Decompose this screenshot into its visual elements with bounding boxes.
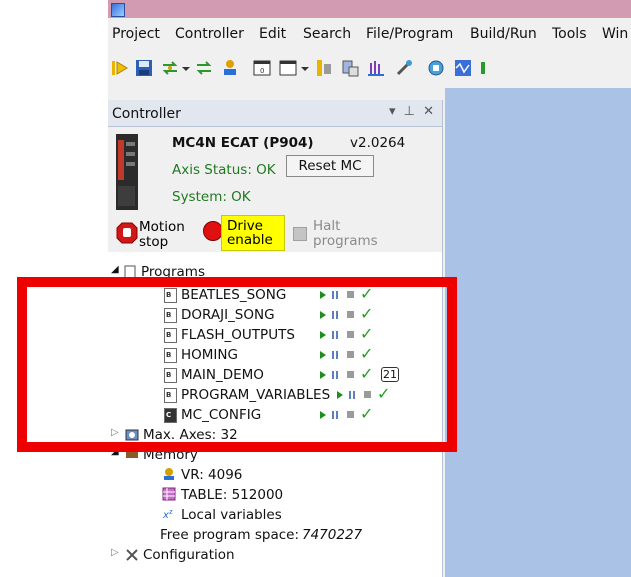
- controller-version: v2.0264: [350, 135, 406, 151]
- memory-table[interactable]: TABLE: 512000: [108, 485, 442, 505]
- local-variables-label: Local variables: [181, 507, 282, 523]
- halt-icon: [293, 227, 307, 241]
- halt-label-line1: Halt: [313, 218, 341, 234]
- drive-enable-button[interactable]: Drive enable: [203, 215, 285, 251]
- system-status: System: OK: [172, 189, 251, 205]
- collapse-arrow-icon[interactable]: ◢: [111, 264, 119, 275]
- menu-edit[interactable]: Edit: [259, 26, 286, 42]
- table-label: TABLE: 512000: [181, 487, 284, 503]
- halt-label-line2: programs: [313, 233, 378, 249]
- drive-enable-led-icon: [203, 221, 223, 241]
- toolbar-overflow-icon[interactable]: [480, 58, 486, 78]
- window-dropdown-icon[interactable]: [300, 58, 310, 78]
- stop-hand-icon: [116, 222, 138, 244]
- transfer-icon[interactable]: [160, 58, 180, 78]
- free-space-value: 7470227: [302, 527, 363, 543]
- svg-text:x: x: [162, 510, 169, 521]
- menu-search[interactable]: Search: [303, 26, 351, 42]
- menu-file-program[interactable]: File/Program: [366, 26, 453, 42]
- menu-window[interactable]: Win: [602, 26, 628, 42]
- memory-free-space: Free program space: 7470227: [108, 525, 442, 545]
- halt-programs-button[interactable]: Halt programs: [293, 217, 383, 253]
- controller-name: MC4N ECAT (P904): [172, 135, 314, 151]
- memory-local-variables[interactable]: x z Local variables: [108, 505, 442, 525]
- tools-icon[interactable]: [394, 58, 414, 78]
- terminal-icon[interactable]: 0: [252, 58, 272, 78]
- memory-vr[interactable]: VR: 4096: [108, 465, 442, 485]
- configuration-label: Configuration: [143, 547, 235, 563]
- toolbar: 0: [108, 52, 631, 86]
- window-icon[interactable]: [278, 58, 298, 78]
- local-variables-icon: x z: [162, 508, 173, 521]
- motion-stop-button[interactable]: Motion stop: [116, 220, 188, 250]
- panel-title: Controller: [112, 106, 181, 122]
- axis-status: Axis Status: OK: [172, 162, 276, 178]
- motion-stop-label-line1: Motion: [139, 219, 185, 235]
- workspace-background: [445, 88, 631, 577]
- controller-device-image: [116, 134, 138, 210]
- menu-controller[interactable]: Controller: [175, 26, 244, 42]
- axis-params-icon[interactable]: [314, 58, 334, 78]
- controller-info: MC4N ECAT (P904) v2.0264 Axis Status: OK…: [108, 127, 442, 252]
- menu-project[interactable]: Project: [112, 26, 160, 42]
- save-icon[interactable]: [134, 58, 154, 78]
- plugin-icon[interactable]: [426, 58, 446, 78]
- vr-icon: [164, 468, 174, 480]
- configuration-tools-icon: [126, 549, 138, 561]
- motion-stop-label-line2: stop: [139, 234, 169, 250]
- table-icon: [162, 487, 176, 501]
- oscilloscope-icon[interactable]: [453, 58, 473, 78]
- free-space-label: Free program space:: [160, 527, 300, 543]
- svg-text:0: 0: [260, 67, 264, 75]
- io-status-icon[interactable]: [340, 58, 360, 78]
- svg-text:z: z: [169, 508, 173, 516]
- menu-tools[interactable]: Tools: [552, 26, 587, 42]
- drive-enable-label-line2: enable: [227, 232, 273, 248]
- connect-icon[interactable]: [110, 58, 130, 78]
- drive-enable-label-line1: Drive: [227, 218, 263, 234]
- title-bar: [108, 0, 631, 18]
- menu-build-run[interactable]: Build/Run: [470, 26, 537, 42]
- sync-icon[interactable]: [194, 58, 214, 78]
- user-settings-icon[interactable]: [220, 58, 240, 78]
- vr-label: VR: 4096: [181, 467, 243, 483]
- menu-bar: Project Controller Edit Search File/Prog…: [108, 26, 631, 46]
- red-highlight-box: [17, 277, 457, 452]
- panel-header: Controller ▾ ⊥ ✕: [108, 100, 442, 127]
- tree-node-configuration[interactable]: ▷ Configuration: [108, 545, 442, 565]
- app-icon: [111, 3, 125, 17]
- reset-mc-button[interactable]: Reset MC: [286, 155, 374, 177]
- panel-window-controls[interactable]: ▾ ⊥ ✕: [389, 104, 436, 119]
- transfer-dropdown-icon[interactable]: [181, 58, 191, 78]
- oscilloscope-bars-icon[interactable]: [366, 58, 386, 78]
- expand-arrow-icon[interactable]: ▷: [111, 547, 119, 558]
